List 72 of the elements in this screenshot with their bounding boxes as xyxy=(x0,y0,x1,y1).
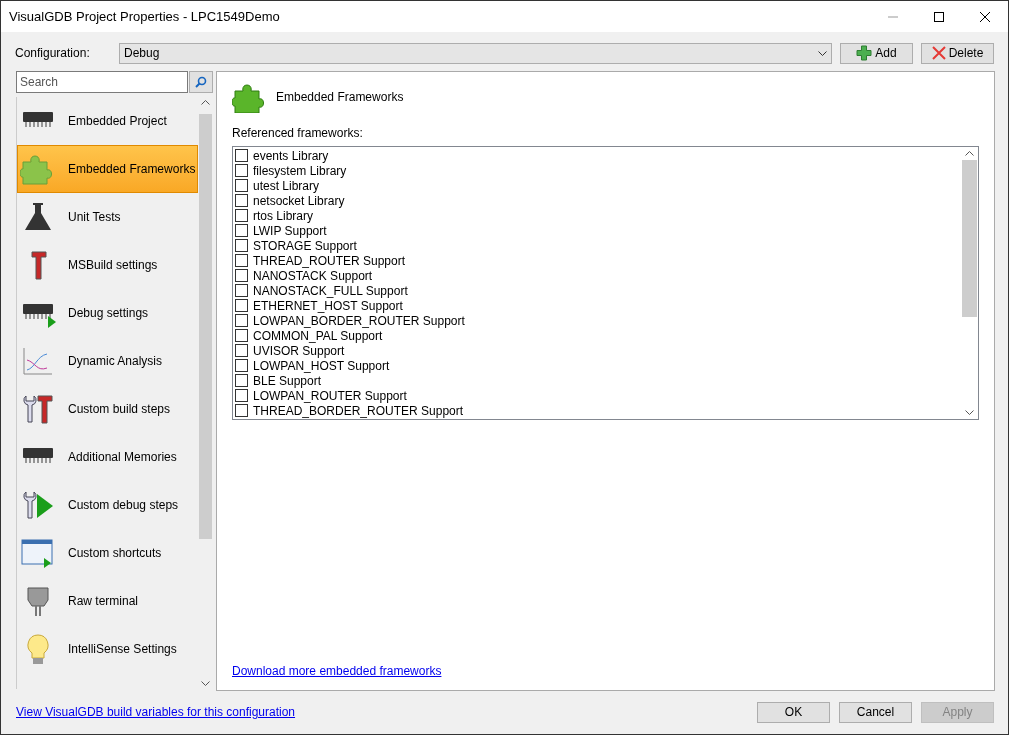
sidebar-item[interactable]: Unit Tests xyxy=(17,193,198,241)
checkbox[interactable] xyxy=(235,329,248,342)
checkbox[interactable] xyxy=(235,224,248,237)
page-title: Embedded Frameworks xyxy=(276,89,404,106)
checkbox[interactable] xyxy=(235,314,248,327)
chevron-down-icon xyxy=(201,681,210,686)
sidebar-item[interactable]: MSBuild settings xyxy=(17,241,198,289)
framework-item[interactable]: NANOSTACK Support xyxy=(233,268,961,283)
framework-item[interactable]: ETHERNET_HOST Support xyxy=(233,298,961,313)
download-link[interactable]: Download more embedded frameworks xyxy=(232,662,442,680)
plus-icon xyxy=(856,45,873,61)
delete-button[interactable]: Delete xyxy=(921,42,994,64)
framework-item[interactable]: events Library xyxy=(233,148,961,163)
checkbox[interactable] xyxy=(235,239,248,252)
sidebar-item[interactable]: Debug settings xyxy=(17,289,198,337)
chevron-down-icon xyxy=(965,410,974,415)
chevron-up-icon xyxy=(201,100,210,105)
checkbox[interactable] xyxy=(235,269,248,282)
framework-item[interactable]: BLE Support xyxy=(233,373,961,388)
framework-item[interactable]: filesystem Library xyxy=(233,163,961,178)
checkbox[interactable] xyxy=(235,344,248,357)
checkbox[interactable] xyxy=(235,284,248,297)
configuration-dropdown[interactable]: Debug xyxy=(119,42,832,64)
framework-item[interactable]: LOWPAN_HOST Support xyxy=(233,358,961,373)
checkbox[interactable] xyxy=(235,209,248,222)
add-button[interactable]: Add xyxy=(840,42,913,64)
framework-item[interactable]: LOWPAN_ROUTER Support xyxy=(233,388,961,403)
puzzle-icon xyxy=(232,81,266,113)
framework-item[interactable]: STORAGE Support xyxy=(233,238,961,253)
chevron-up-icon xyxy=(965,151,974,156)
sidebar-item[interactable]: Dynamic Analysis xyxy=(17,337,198,385)
framework-item[interactable]: netsocket Library xyxy=(233,193,961,208)
checkbox[interactable] xyxy=(235,194,248,207)
checkbox[interactable] xyxy=(235,149,248,162)
configuration-label: Configuration: xyxy=(15,45,91,62)
list-label: Referenced frameworks: xyxy=(232,125,364,142)
build-variables-link[interactable]: View VisualGDB build variables for this configuration xyxy=(16,703,296,721)
framework-item[interactable]: THREAD_ROUTER Support xyxy=(233,253,961,268)
search-button[interactable] xyxy=(189,71,213,93)
sidebar-item[interactable]: Additional Memories xyxy=(17,433,198,481)
chevron-down-icon xyxy=(818,50,827,56)
sidebar-item[interactable]: Raw terminal xyxy=(17,577,198,625)
framework-item[interactable]: rtos Library xyxy=(233,208,961,223)
checkbox[interactable] xyxy=(235,164,248,177)
sidebar-item[interactable]: IntelliSense Settings xyxy=(17,625,198,673)
checkbox[interactable] xyxy=(235,404,248,417)
framework-item[interactable]: UVISOR Support xyxy=(233,343,961,358)
framework-item[interactable]: COMMON_PAL Support xyxy=(233,328,961,343)
checkbox[interactable] xyxy=(235,179,248,192)
sidebar-item[interactable]: Custom shortcuts xyxy=(17,529,198,577)
search-icon xyxy=(195,76,207,88)
close-icon xyxy=(931,46,946,60)
framework-item[interactable]: NANOSTACK_FULL Support xyxy=(233,283,961,298)
checkbox[interactable] xyxy=(235,374,248,387)
framework-item[interactable]: LOWPAN_BORDER_ROUTER Support xyxy=(233,313,961,328)
sidebar-item[interactable]: Embedded Project xyxy=(17,97,198,145)
cancel-button[interactable]: Cancel xyxy=(839,701,912,723)
checkbox[interactable] xyxy=(235,359,248,372)
search-field[interactable]: Search xyxy=(16,71,188,93)
checkbox[interactable] xyxy=(235,299,248,312)
window-icon xyxy=(20,536,56,570)
window-title: VisualGDB Project Properties - LPC1549Demo xyxy=(9,7,280,26)
framework-item[interactable]: LWIP Support xyxy=(233,223,961,238)
sidebar-item[interactable]: Custom debug steps xyxy=(17,481,198,529)
ok-button[interactable]: OK xyxy=(757,701,830,723)
framework-item[interactable]: THREAD_BORDER_ROUTER Support xyxy=(233,403,961,418)
sidebar-item[interactable]: Embedded Frameworks xyxy=(17,145,198,193)
sidebar-item[interactable]: Custom build steps xyxy=(17,385,198,433)
checkbox[interactable] xyxy=(235,254,248,267)
tools-icon xyxy=(20,392,56,426)
checkbox[interactable] xyxy=(235,389,248,402)
framework-item[interactable]: utest Library xyxy=(233,178,961,193)
